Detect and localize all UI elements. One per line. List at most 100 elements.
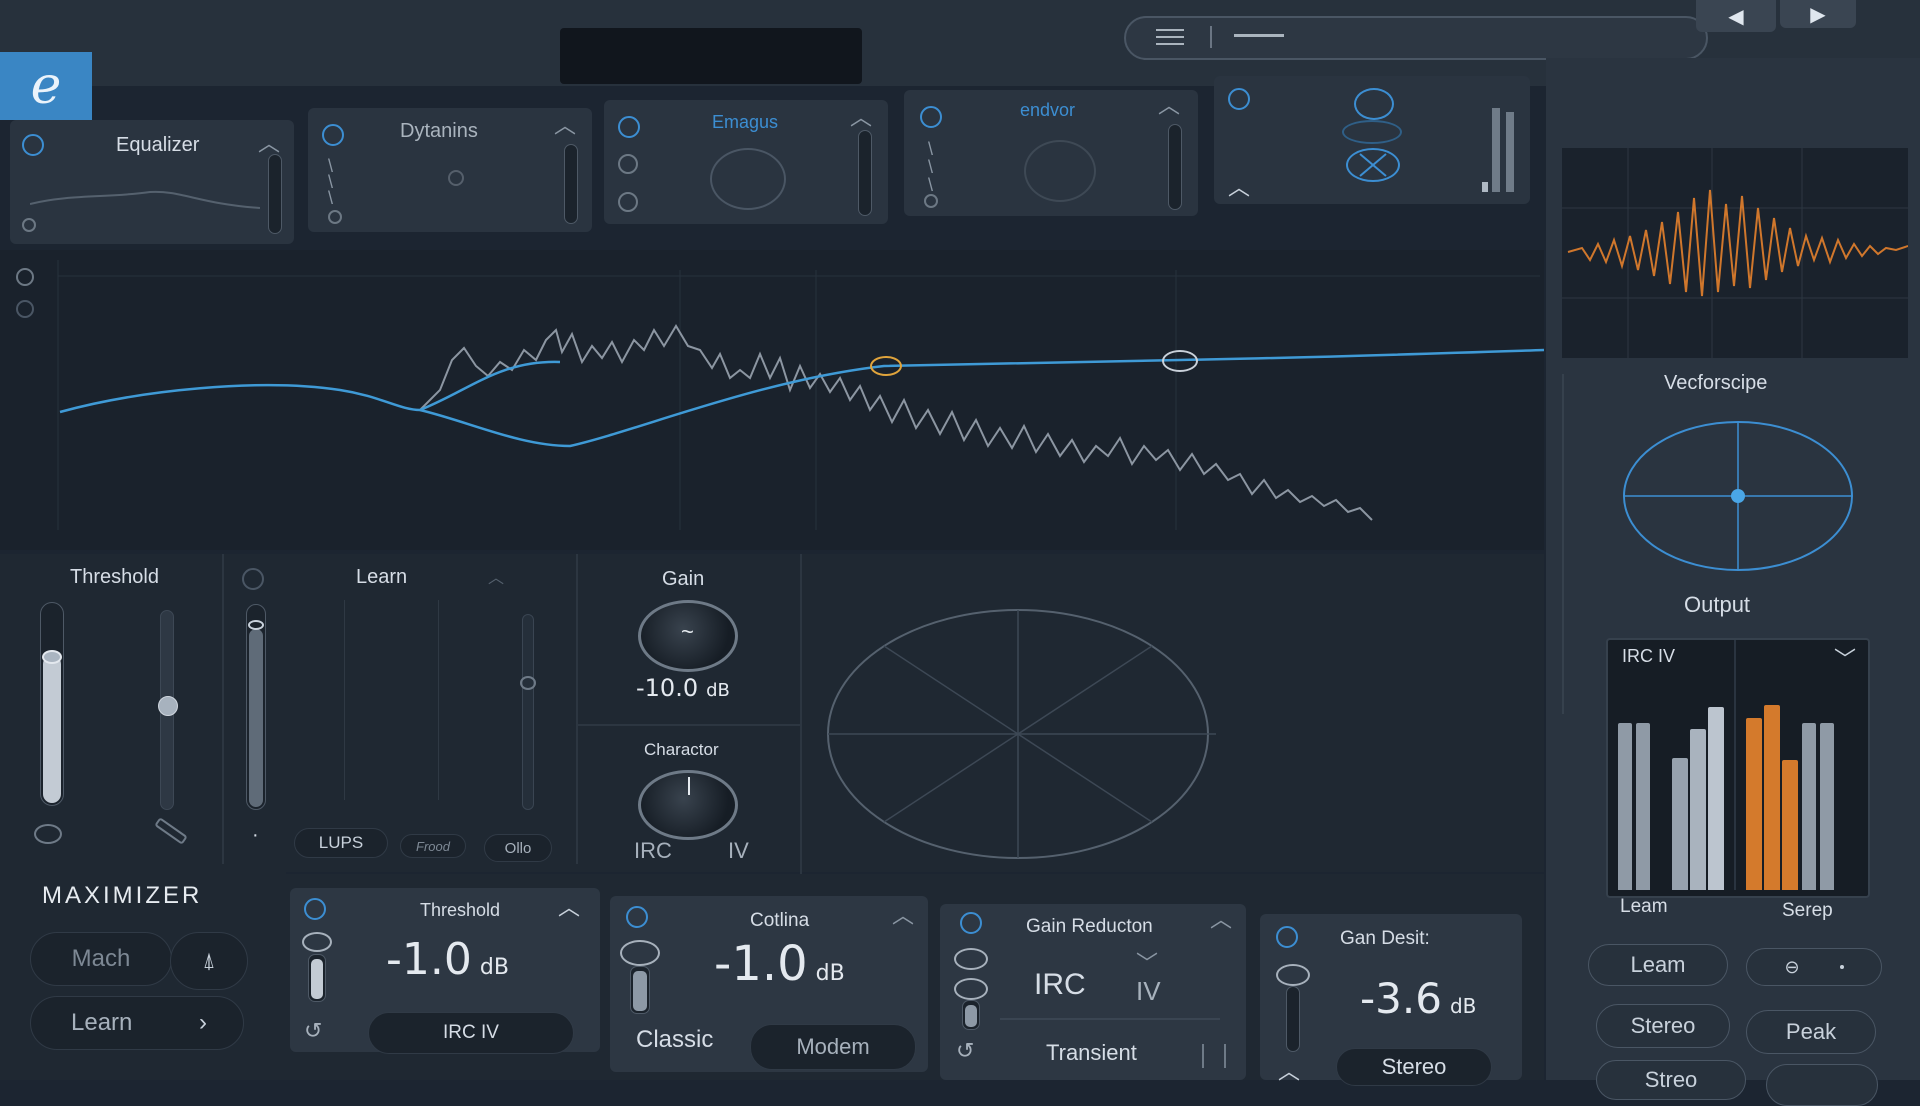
- node-icon[interactable]: [618, 154, 638, 174]
- threshold-aux-thumb[interactable]: [158, 696, 178, 716]
- bottom-module-ceiling[interactable]: Cotlina ︿ -1.0 dB Classic Modem: [610, 896, 928, 1072]
- modern-option[interactable]: Modem: [750, 1024, 916, 1070]
- chevron-up-icon[interactable]: ︿: [488, 564, 504, 588]
- node-icon[interactable]: [448, 170, 464, 186]
- output-meter-bars: [1616, 670, 1856, 890]
- target-circle[interactable]: [1342, 120, 1402, 144]
- meter-bar-mid: [1708, 707, 1724, 890]
- power-icon[interactable]: [618, 116, 640, 138]
- power-icon[interactable]: [920, 106, 942, 128]
- gain-knob[interactable]: ~: [638, 600, 738, 672]
- position-bar[interactable]: [1234, 34, 1284, 37]
- menu-icon[interactable]: [1156, 26, 1186, 48]
- profile-button[interactable]: ⍋: [170, 932, 248, 990]
- power-icon[interactable]: [960, 912, 982, 934]
- node-icon[interactable]: [328, 210, 342, 224]
- node-icon[interactable]: [618, 192, 638, 212]
- target-circle[interactable]: [1354, 88, 1394, 120]
- output-learn-button[interactable]: Leam: [1588, 944, 1728, 986]
- irc-iv-button[interactable]: IRC IV: [368, 1012, 574, 1054]
- frood-button[interactable]: Frood: [400, 834, 466, 858]
- preset-display[interactable]: [560, 28, 862, 84]
- power-icon[interactable]: [1228, 88, 1250, 110]
- band-dot-icon[interactable]: [22, 218, 36, 232]
- fader-top-icon[interactable]: [954, 978, 988, 1000]
- refresh-icon[interactable]: ↺: [956, 1038, 974, 1064]
- lups-button[interactable]: LUPS: [294, 828, 388, 858]
- node-icon[interactable]: [954, 948, 988, 970]
- module-exciter[interactable]: endvor ︿ \ \ \: [904, 90, 1198, 216]
- learn-fader-cap[interactable]: [248, 620, 264, 630]
- eq-band-handle-active[interactable]: [870, 356, 902, 376]
- gr-fader[interactable]: [962, 1000, 980, 1030]
- threshold-fader[interactable]: [40, 602, 64, 806]
- node-icon[interactable]: [924, 194, 938, 208]
- threshold-bottom-fader[interactable]: [308, 954, 326, 1002]
- maximizer-learn-button[interactable]: Learn ›: [30, 996, 244, 1050]
- output-peak-button[interactable]: Peak: [1746, 1010, 1876, 1054]
- refresh-icon[interactable]: ↺: [304, 1018, 322, 1044]
- stereo-button[interactable]: Stereo: [1336, 1048, 1492, 1086]
- chevron-up-icon[interactable]: ︿: [850, 100, 872, 132]
- power-icon[interactable]: [22, 134, 44, 156]
- chevron-up-icon[interactable]: ︿: [892, 898, 914, 930]
- power-icon[interactable]: [304, 898, 326, 920]
- power-icon[interactable]: [242, 568, 264, 590]
- polar-display[interactable]: [820, 600, 1220, 870]
- chevron-up-icon[interactable]: ︿: [1210, 902, 1232, 934]
- output-preset-label[interactable]: IRC IV: [1622, 646, 1675, 667]
- gain-desit-fader[interactable]: [1286, 986, 1300, 1052]
- learn-aux-slider[interactable]: [522, 614, 534, 810]
- ollo-button[interactable]: Ollo: [484, 834, 552, 862]
- module-fifth[interactable]: ︿: [1214, 76, 1530, 204]
- ceiling-fader[interactable]: [630, 966, 650, 1014]
- exciter-circle[interactable]: [1024, 140, 1096, 202]
- fader-top-icon[interactable]: [1276, 964, 1310, 986]
- threshold-section: Threshold: [0, 554, 224, 864]
- threshold-fader-cap[interactable]: [42, 650, 62, 664]
- chevron-up-icon[interactable]: ︿: [1158, 88, 1180, 120]
- chevron-up-icon[interactable]: ︿: [1278, 1054, 1300, 1086]
- imager-circle[interactable]: [710, 148, 786, 210]
- output-stereo-button[interactable]: Stereo: [1596, 1004, 1730, 1048]
- meter-bar-right: [1746, 718, 1762, 890]
- module-dynamics[interactable]: Dytanins ︿ \ \ \: [308, 108, 592, 232]
- transport-pill[interactable]: [1124, 16, 1708, 60]
- meter-left-label: Leam: [1620, 896, 1668, 917]
- power-icon[interactable]: [626, 906, 648, 928]
- learn-fader[interactable]: [246, 604, 266, 810]
- eq-band-handle[interactable]: [1162, 350, 1198, 372]
- chevron-up-icon[interactable]: ︿: [258, 126, 280, 158]
- meter-bar-right: [1802, 723, 1816, 890]
- output-streo-button[interactable]: Streo: [1596, 1060, 1746, 1100]
- power-icon[interactable]: [1276, 926, 1298, 948]
- character-knob[interactable]: [638, 770, 738, 840]
- fader-top-icon[interactable]: [620, 940, 660, 966]
- module-equalizer[interactable]: Equalizer ︿: [10, 120, 294, 244]
- crossed-circle-icon[interactable]: [1346, 148, 1400, 182]
- speech-bubble-icon[interactable]: [34, 824, 62, 844]
- output-extra-button[interactable]: [1766, 1064, 1878, 1106]
- fader-top-icon[interactable]: [302, 932, 332, 952]
- chevron-down-icon[interactable]: ﹀: [1136, 946, 1158, 978]
- bottom-module-gain-reduction[interactable]: Gain Reducton ︿ ↺ IRC IV ﹀ Transient: [940, 904, 1246, 1080]
- learn-aux-thumb[interactable]: [520, 676, 536, 690]
- module-title: Gan Desit:: [1340, 928, 1430, 949]
- bottom-module-threshold[interactable]: Threshold ︿ ↺ -1.0 dB IRC IV: [290, 888, 600, 1054]
- mach-button[interactable]: Mach: [30, 932, 172, 986]
- module-imager[interactable]: Emagus ︿: [604, 100, 888, 224]
- chevron-up-icon[interactable]: ︿: [554, 108, 576, 140]
- classic-option[interactable]: Classic: [636, 1026, 713, 1054]
- output-link-toggle[interactable]: ⊖: [1746, 948, 1882, 986]
- edit-icon[interactable]: [154, 817, 188, 845]
- spectrum-display[interactable]: [0, 250, 1544, 550]
- chevron-up-icon[interactable]: ︿: [1228, 170, 1250, 202]
- power-icon[interactable]: [322, 124, 344, 146]
- module-meter: [268, 154, 282, 234]
- transient-button[interactable]: Transient: [1046, 1040, 1137, 1066]
- module-strip: Equalizer ︿ Dytanins ︿ \ \ \ Emagus ︿ endv…: [0, 76, 1540, 254]
- prev-button[interactable]: ◀: [1696, 0, 1776, 32]
- next-button[interactable]: ▶: [1780, 0, 1856, 28]
- bottom-module-gain-desit[interactable]: Gan Desit: ︿ -3.6 dB Stereo: [1260, 914, 1522, 1086]
- chevron-up-icon[interactable]: ︿: [558, 890, 580, 922]
